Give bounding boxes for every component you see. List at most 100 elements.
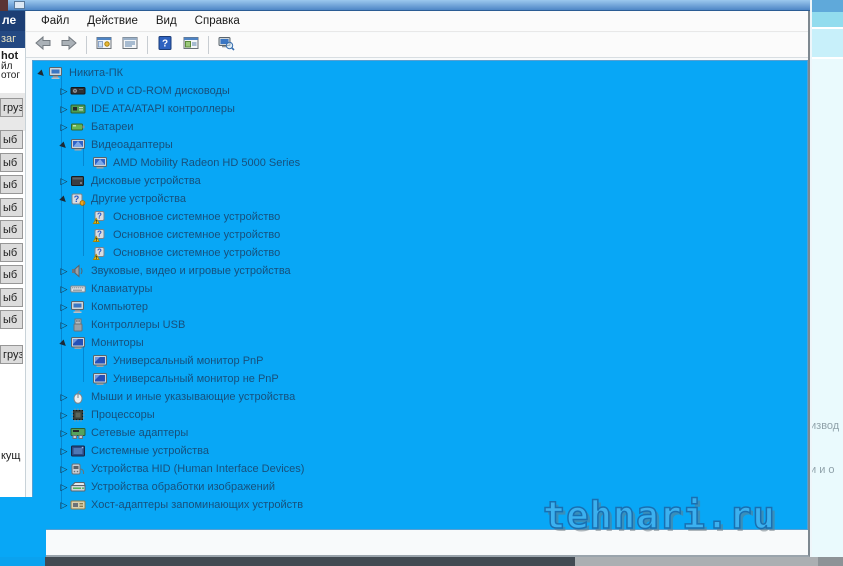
back-button[interactable]	[30, 34, 56, 56]
action-pane-button[interactable]	[178, 34, 204, 56]
ide-controller-icon	[70, 101, 87, 117]
bg-window-titlebar-fragment: ле	[0, 10, 25, 31]
expand-arrow[interactable]: ▷	[58, 500, 70, 511]
bg-load-button[interactable]: груз	[0, 345, 23, 364]
tree-item[interactable]: ? Основное системное устройство	[33, 226, 807, 244]
tree-item[interactable]: ▷ Батареи	[33, 118, 807, 136]
tree-item-label: Батареи	[91, 121, 134, 133]
expand-arrow[interactable]: ▷	[58, 266, 70, 277]
warning-device-icon: ?	[92, 227, 109, 243]
bg-band	[812, 0, 843, 12]
tree-item-label: Основное системное устройство	[113, 247, 281, 259]
tree-item[interactable]: ▷ Сетевые адаптеры	[33, 424, 807, 442]
svg-text:?: ?	[97, 212, 102, 221]
bg-list-button[interactable]: ыб	[0, 197, 23, 217]
tree-item[interactable]: ▷ Клавиатуры	[33, 280, 807, 298]
device-tree: ▶ Никита-ПК ▷ DVD и CD-ROM дисководы ▷ IDE AT…	[33, 61, 807, 529]
expand-arrow[interactable]: ▷	[58, 320, 70, 331]
unknown-device-icon: ?	[70, 191, 87, 207]
bg-load-button[interactable]: груз	[0, 98, 23, 117]
tree-item[interactable]: ▶ Видеоадаптеры	[33, 136, 807, 154]
bg-list-button[interactable]: ыб	[0, 220, 23, 239]
warning-device-icon: ?	[92, 245, 109, 261]
bg-text-fragment: извод	[812, 420, 840, 432]
window-titlebar[interactable]	[8, 0, 810, 11]
bg-band	[812, 29, 843, 57]
imaging-device-icon	[70, 479, 87, 495]
bg-list-button[interactable]: ыб	[0, 287, 23, 307]
tree-item-label: Универсальный монитор PnP	[113, 355, 264, 367]
tree-item[interactable]: ▷ Системные устройства	[33, 442, 807, 460]
bg-list-button[interactable]: ыб	[0, 265, 23, 284]
tree-item[interactable]: ? Основное системное устройство	[33, 244, 807, 262]
tree-item[interactable]: ▶? Другие устройства	[33, 190, 807, 208]
tree-item[interactable]: ▷ Дисковые устройства	[33, 172, 807, 190]
bg-list-button[interactable]: ыб	[0, 152, 23, 172]
expand-arrow[interactable]: ▷	[58, 428, 70, 439]
tree-indent-guide	[61, 76, 62, 508]
menu-help[interactable]: Справка	[186, 12, 249, 30]
menu-file[interactable]: Файл	[32, 12, 78, 30]
disk-drive-icon	[70, 173, 87, 189]
tree-item-label: AMD Mobility Radeon HD 5000 Series	[113, 157, 301, 169]
expand-arrow[interactable]: ▷	[58, 104, 70, 115]
bg-list-button[interactable]: ыб	[0, 242, 23, 262]
tree-item[interactable]: ▶ Мониторы	[33, 334, 807, 352]
tree-indent-guide	[83, 346, 84, 382]
tree-item[interactable]: ▷ Устройства HID (Human Interface Devices…	[33, 460, 807, 478]
bg-list-button[interactable]: ыб	[0, 175, 23, 194]
tree-item-label: Звуковые, видео и игровые устройства	[91, 265, 291, 277]
menu-action[interactable]: Действие	[78, 12, 147, 30]
bg-subtitle-text: заг	[1, 33, 17, 45]
console-tree-button[interactable]	[91, 34, 117, 56]
action-window-icon	[182, 35, 200, 56]
scan-hardware-button[interactable]	[213, 34, 239, 56]
expand-arrow[interactable]: ▷	[58, 86, 70, 97]
expand-arrow[interactable]: ▷	[58, 284, 70, 295]
device-manager-window: Файл Действие Вид Справка ? ▶ Никита-ПК ▷ D…	[25, 0, 810, 557]
menu-view[interactable]: Вид	[147, 12, 186, 30]
expand-arrow[interactable]: ▷	[58, 302, 70, 313]
mouse-icon	[70, 389, 87, 405]
expand-arrow[interactable]: ▷	[58, 410, 70, 421]
tree-item[interactable]: ▶ Никита-ПК	[33, 64, 807, 82]
tree-item[interactable]: ▷ DVD и CD-ROM дисководы	[33, 82, 807, 100]
bg-text-fragment: отог	[1, 70, 21, 81]
tree-item-label: Основное системное устройство	[113, 229, 281, 241]
tree-item-label: Процессоры	[91, 409, 155, 421]
properties-button[interactable]	[117, 34, 143, 56]
display-adapter-icon	[92, 155, 109, 171]
expand-arrow[interactable]: ▷	[58, 464, 70, 475]
tree-item[interactable]: ▷ Контроллеры USB	[33, 316, 807, 334]
bg-window-subtitle-fragment: заг	[0, 31, 25, 48]
expand-arrow[interactable]: ▷	[58, 392, 70, 403]
watermark-text: tehnari.ru	[542, 493, 776, 538]
screenshot-stage: ле заг hot йл отог груз ыб ыб ыб ыб ыб ыб ыб ыб…	[0, 0, 843, 566]
expand-arrow[interactable]: ▷	[58, 482, 70, 493]
help-button[interactable]: ?	[152, 34, 178, 56]
expand-arrow[interactable]: ▷	[58, 446, 70, 457]
usb-icon	[70, 317, 87, 333]
forward-button[interactable]	[56, 34, 82, 56]
expand-arrow[interactable]: ▷	[58, 176, 70, 187]
tree-item[interactable]: ▷ Звуковые, видео и игровые устройства	[33, 262, 807, 280]
battery-icon	[70, 119, 87, 135]
tree-item[interactable]: Универсальный монитор не PnP	[33, 370, 807, 388]
bg-list-button[interactable]: ыб	[0, 310, 23, 329]
tree-item[interactable]: ▷ Мыши и иные указывающие устройства	[33, 388, 807, 406]
bg-window-edge	[0, 0, 8, 11]
console-window-icon	[95, 35, 113, 56]
display-adapter-icon	[70, 137, 87, 153]
tree-item[interactable]: AMD Mobility Radeon HD 5000 Series	[33, 154, 807, 172]
bg-list-button[interactable]: ыб	[0, 130, 23, 149]
tree-item[interactable]: ▷ Процессоры	[33, 406, 807, 424]
tree-item[interactable]: ? Основное системное устройство	[33, 208, 807, 226]
tree-item[interactable]: ▷ Компьютер	[33, 298, 807, 316]
tree-item[interactable]: ▷ IDE ATA/ATAPI контроллеры	[33, 100, 807, 118]
bg-text-fragment: и и о	[812, 464, 835, 476]
tree-item[interactable]: Универсальный монитор PnP	[33, 352, 807, 370]
monitor-icon	[70, 335, 87, 351]
expand-arrow[interactable]: ▷	[58, 122, 70, 133]
warning-device-icon: ?	[92, 209, 109, 225]
toolbar-separator	[208, 36, 209, 54]
